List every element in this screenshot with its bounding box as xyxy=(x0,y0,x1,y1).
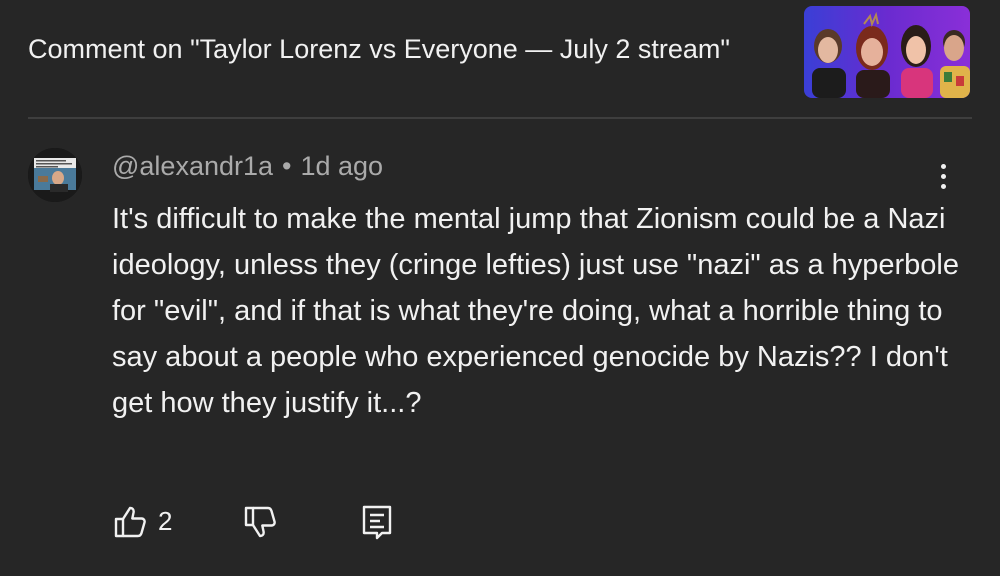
video-thumbnail[interactable] xyxy=(804,6,970,98)
page-header: Comment on "Taylor Lorenz vs Everyone — … xyxy=(0,0,1000,118)
video-thumbnail-image xyxy=(804,6,970,98)
dislike-button[interactable] xyxy=(242,504,278,545)
comment-author[interactable]: @alexandr1a xyxy=(112,151,273,181)
like-count: 2 xyxy=(158,506,173,536)
like-button[interactable] xyxy=(112,504,148,545)
reply-icon xyxy=(362,505,392,540)
avatar-image xyxy=(28,148,82,202)
reply-button[interactable] xyxy=(360,504,396,545)
thumbs-up-icon xyxy=(114,506,146,538)
more-options-icon[interactable] xyxy=(928,156,958,196)
thumbs-down-icon xyxy=(244,506,276,538)
comment-time: 1d ago xyxy=(300,151,384,181)
more-dot xyxy=(940,163,946,169)
more-dot xyxy=(940,173,946,179)
meta-separator: • xyxy=(282,151,292,181)
header-divider xyxy=(28,117,972,119)
page-title: Comment on "Taylor Lorenz vs Everyone — … xyxy=(28,34,730,64)
comment-text: It's difficult to make the mental jump t… xyxy=(112,203,960,419)
more-dot xyxy=(940,183,946,189)
comment-meta: @alexandr1a • 1d ago xyxy=(112,151,383,182)
avatar[interactable] xyxy=(28,148,82,202)
